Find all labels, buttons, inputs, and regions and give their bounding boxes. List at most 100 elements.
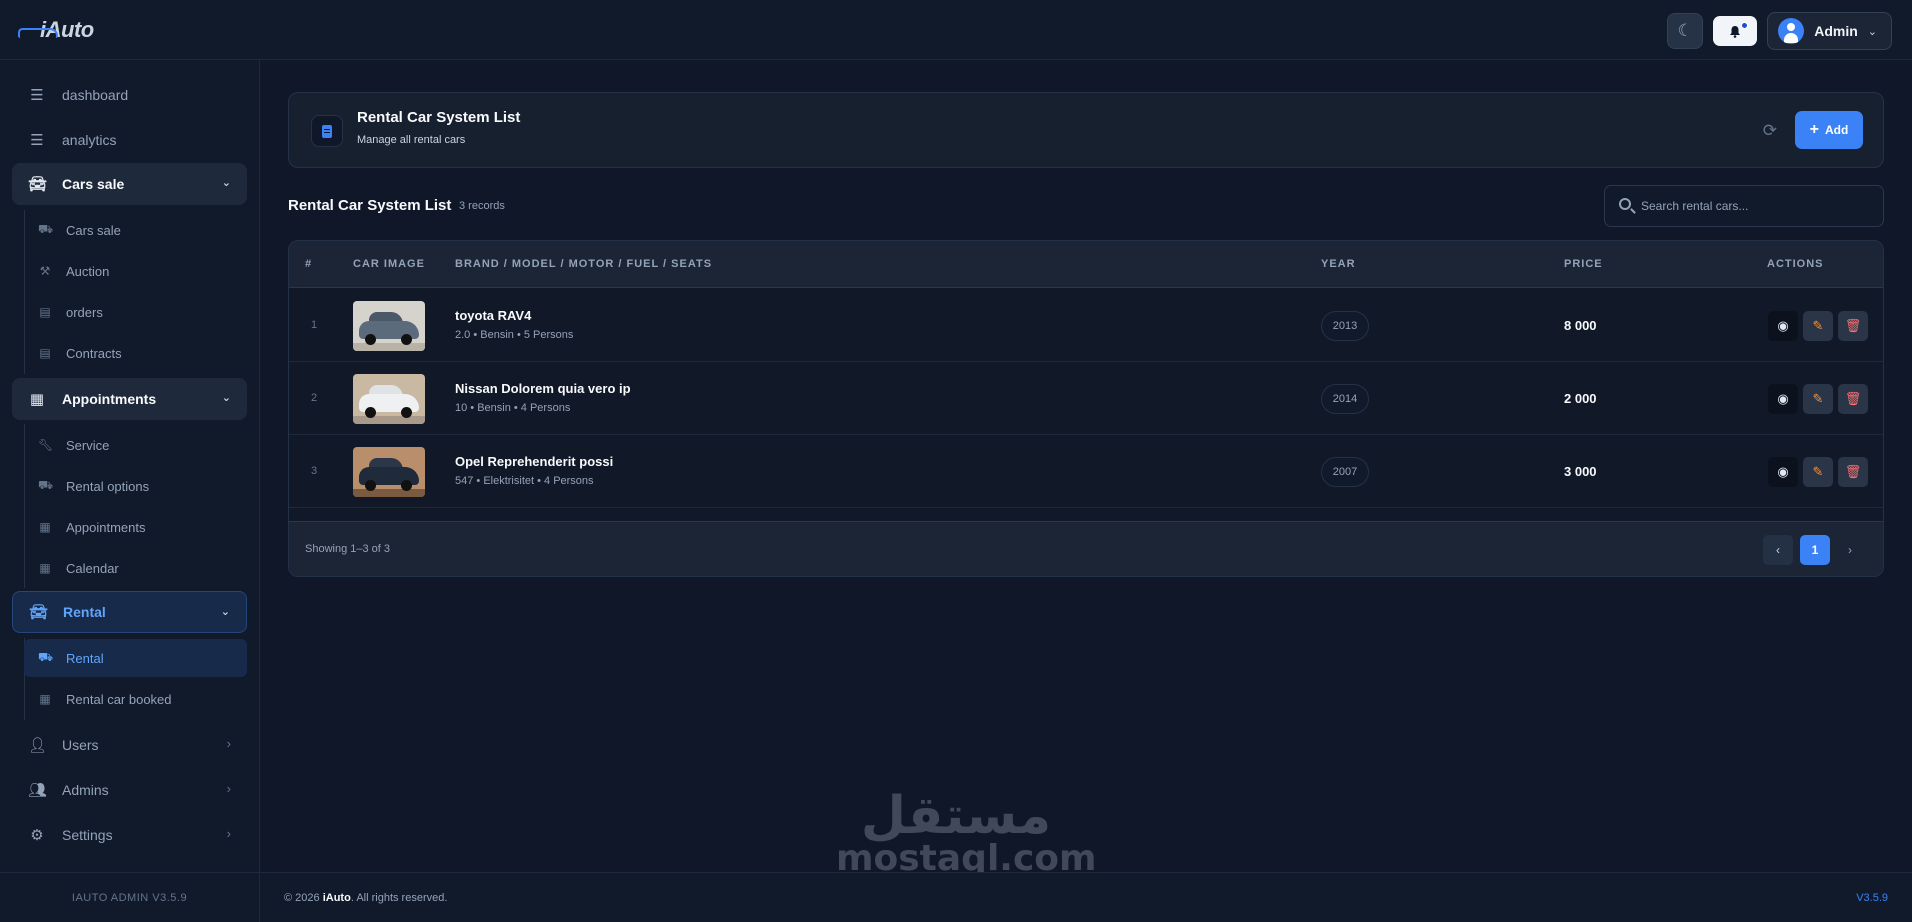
sidebar-item-label: analytics [62,132,117,148]
copyright-brand: iAuto [322,892,351,904]
rental-cars-table: # CAR IMAGE BRAND / MODEL / MOTOR / FUEL… [288,240,1884,577]
top-bar: iAuto ☾ Admin ⌄ [0,0,1912,60]
theme-toggle-button[interactable]: ☾ [1667,13,1704,49]
sidebar-item-cars-sale[interactable]: ⛟ Cars sale [24,211,247,249]
page-footer: © 2026 iAuto. All rights reserved. V3.5.… [260,872,1912,922]
sidebar-group-cars-sale[interactable]: 🚘︎ Cars sale ⌄ [12,163,247,205]
sidebar-item-auction[interactable]: ⚒ Auction [24,252,247,290]
page-subtitle: Manage all rental cars [357,134,466,146]
sidebar-group-appointments[interactable]: ▦ Appointments ⌄ [12,378,247,420]
plus-icon: + [1809,121,1819,138]
notifications-button[interactable] [1713,16,1758,46]
view-button[interactable]: ◉ [1768,311,1798,341]
car-icon: ⛟ [38,478,54,492]
table-footer: Showing 1–3 of 3 ‹ 1 › [289,521,1883,576]
pencil-icon: ✎ [1812,464,1824,479]
search-input[interactable] [1641,186,1877,226]
car-logo-icon [18,28,58,38]
delete-button[interactable]: 🗑︎ [1838,311,1868,341]
sidebar-item-dashboard[interactable]: ☰ dashboard [12,74,247,116]
app-version: V3.5.9 [1856,892,1888,904]
sidebar-item-label: Service [66,437,110,453]
sidebar-item-admins[interactable]: 👥︎ Admins › [12,769,247,811]
user-menu-button[interactable]: Admin ⌄ [1767,12,1892,50]
sidebar-item-orders[interactable]: ▤ orders [24,293,247,331]
pencil-icon: ✎ [1812,318,1824,333]
sidebar-group-rental[interactable]: 🚘︎ Rental ⌄ [12,591,247,633]
sidebar-version: IAUTO ADMIN V3.5.9 [0,872,259,922]
calendar-icon: ▦ [29,391,45,408]
gear-icon: ⚙ [30,827,44,844]
car-name: Opel Reprehenderit possi [455,454,614,469]
user-icon: 👤︎ [28,737,48,754]
car-name: toyota RAV4 [455,308,532,323]
sidebar-item-rental-options[interactable]: ⛟ Rental options [24,467,247,505]
sidebar-item-settings[interactable]: ⚙ Settings › [12,814,247,856]
car-image [353,447,425,497]
eye-icon: ◉ [1777,391,1789,406]
top-right-controls: ☾ Admin ⌄ [1667,12,1892,50]
sidebar-item-rental[interactable]: ⛟ Rental [24,639,247,677]
column-header-car-image: CAR IMAGE [353,258,425,270]
delete-button[interactable]: 🗑︎ [1838,384,1868,414]
previous-page-button[interactable]: ‹ [1763,535,1793,565]
sidebar-group-label: Rental [63,604,106,620]
sidebar-group-label: Appointments [62,391,157,407]
trash-icon: 🗑︎ [1844,391,1862,406]
sidebar-item-appointments[interactable]: ▦ Appointments [24,508,247,546]
pencil-icon: ✎ [1812,391,1824,406]
moon-icon: ☾ [1677,21,1693,40]
row-number: 2 [311,392,318,404]
table-row[interactable]: 2 Nissan Dolorem quia vero ip 10 • Bensi… [289,362,1883,435]
sidebar-item-service[interactable]: 🔧︎ Service [24,426,247,464]
table-row[interactable]: 3 Opel Reprehenderit possi 547 • Elektri… [289,435,1883,508]
sidebar-item-label: Settings [62,827,113,843]
edit-button[interactable]: ✎ [1803,457,1833,487]
chart-icon: ☰ [30,87,44,104]
avatar-icon [1778,18,1805,44]
next-page-button[interactable]: › [1835,535,1865,565]
copyright-prefix: © 2026 [284,892,320,904]
chart-icon: ☰ [30,132,44,149]
column-header-number: # [305,258,313,270]
copyright: © 2026 iAuto. All rights reserved. [284,892,447,904]
sidebar-item-analytics[interactable]: ☰ analytics [12,119,247,161]
car-icon: 🚘︎ [29,604,49,621]
sidebar-item-calendar[interactable]: ▦ Calendar [24,549,247,587]
car-icon: 🚘︎ [28,176,48,193]
sidebar-item-contracts[interactable]: ▤ Contracts [24,334,247,372]
sidebar-item-label: Rental [66,650,104,666]
add-button[interactable]: + Add [1795,111,1863,149]
calendar-icon: ▦ [39,692,51,706]
trash-icon: 🗑︎ [1844,464,1862,479]
eye-icon: ◉ [1777,318,1789,333]
view-button[interactable]: ◉ [1768,384,1798,414]
column-header-price: PRICE [1564,258,1603,270]
view-button[interactable]: ◉ [1768,457,1798,487]
search-box [1604,185,1884,227]
page-title: Rental Car System List [357,109,521,126]
sidebar-item-label: Contracts [66,345,122,361]
sidebar-item-users[interactable]: 👤︎ Users › [12,724,247,766]
car-name: Nissan Dolorem quia vero ip [455,381,631,396]
sidebar-item-label: Auction [66,263,110,279]
sidebar-item-label: Calendar [66,560,119,576]
user-name: Admin [1814,23,1858,39]
sidebar-item-rental-car-booked[interactable]: ▦ Rental car booked [24,680,247,718]
page-button-current[interactable]: 1 [1800,535,1830,565]
refresh-icon[interactable]: ⟳ [1763,121,1777,141]
pagination-summary: Showing 1–3 of 3 [305,543,391,555]
table-row[interactable]: 1 toyota RAV4 2.0 • Bensin • 5 Persons 2… [289,289,1883,362]
document-icon: ▤ [39,346,51,360]
app-logo[interactable]: iAuto [18,14,128,46]
year-badge: 2014 [1321,384,1369,414]
trash-icon: 🗑︎ [1844,318,1862,333]
edit-button[interactable]: ✎ [1803,311,1833,341]
sidebar-item-label: dashboard [62,87,129,103]
column-header-brand: BRAND / MODEL / MOTOR / FUEL / SEATS [455,258,713,270]
edit-button[interactable]: ✎ [1803,384,1833,414]
year-badge: 2013 [1321,311,1369,341]
sidebar-item-label: Users [62,737,99,753]
chevron-right-icon: › [226,736,231,751]
delete-button[interactable]: 🗑︎ [1838,457,1868,487]
